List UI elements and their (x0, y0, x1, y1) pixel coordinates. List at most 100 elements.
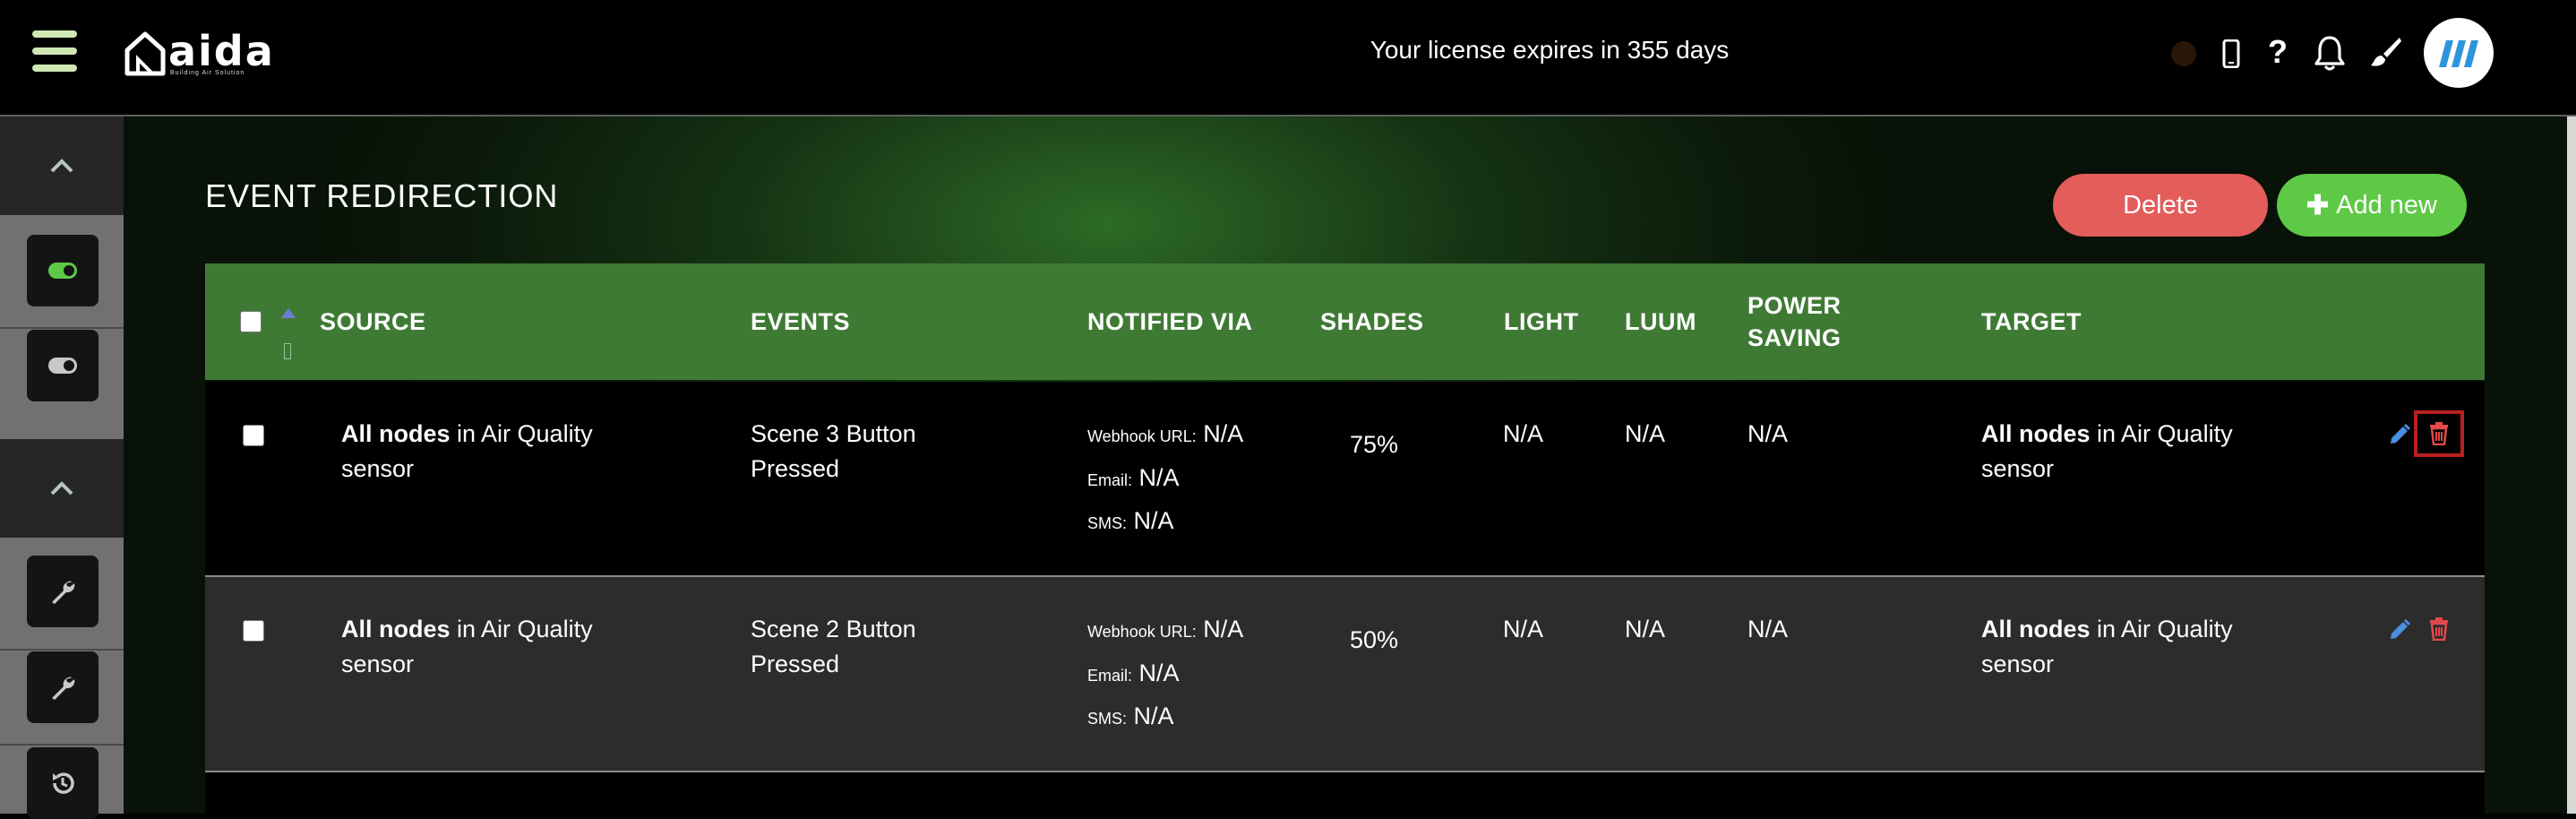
header-light[interactable]: LIGHT (1504, 306, 1579, 338)
brush-icon[interactable] (2369, 36, 2401, 68)
target-rest: in Air Quality (2090, 616, 2233, 642)
table-row[interactable] (205, 772, 2485, 814)
sidebar-toggle-on[interactable] (27, 235, 99, 306)
source-rest: in Air Quality (450, 420, 593, 447)
webhook-value: N/A (1203, 420, 1244, 447)
event-line1: Scene 2 Button (751, 616, 916, 642)
logo-text: aida (168, 27, 275, 75)
header-power-saving-line1: POWER (1747, 292, 1842, 319)
logo-tagline: Building Air Solution (170, 70, 245, 76)
target-bold: All nodes (1981, 616, 2091, 642)
license-status: Your license expires in 355 days (1370, 36, 1730, 64)
source-bold: All nodes (341, 616, 451, 642)
logo[interactable]: aida Building Air Solution (124, 30, 275, 81)
header-events[interactable]: EVENTS (751, 306, 850, 338)
sidebar-divider (0, 649, 124, 651)
sort-up-icon[interactable] (281, 308, 296, 318)
header-luum[interactable]: LUUM (1625, 306, 1696, 338)
sidebar (0, 116, 124, 819)
sms-entry: SMS: N/A (1087, 507, 1174, 535)
sidebar-tool-2[interactable] (27, 651, 99, 723)
row-light: N/A (1503, 420, 1544, 447)
row-target: All nodes in Air Quality sensor (1981, 612, 2233, 682)
sidebar-collapse-1[interactable] (0, 116, 124, 215)
avatar[interactable] (2424, 18, 2494, 88)
event-line1: Scene 3 Button (751, 420, 916, 447)
chevron-up-icon (50, 159, 73, 173)
target-rest: in Air Quality (2090, 420, 2233, 447)
header-source[interactable]: SOURCE (320, 306, 426, 338)
row-power-saving: N/A (1747, 616, 1789, 642)
target-line2: sensor (1981, 455, 2055, 482)
source-bold: All nodes (341, 420, 451, 447)
email-entry: Email: N/A (1087, 464, 1180, 492)
menu-icon[interactable] (32, 30, 77, 72)
sms-value: N/A (1133, 703, 1174, 729)
status-dot-icon[interactable] (2171, 41, 2196, 66)
sms-label: SMS: (1087, 514, 1128, 532)
row-target: All nodes in Air Quality sensor (1981, 417, 2233, 487)
trash-icon[interactable] (2429, 617, 2449, 641)
header-target[interactable]: TARGET (1981, 306, 2082, 338)
email-value: N/A (1138, 660, 1180, 686)
sms-value: N/A (1133, 507, 1174, 534)
row-light: N/A (1503, 616, 1544, 642)
webhook-entry: Webhook URL: N/A (1087, 616, 1243, 643)
source-line2: sensor (341, 455, 415, 482)
logo-house-icon (125, 31, 166, 76)
email-label: Email: (1087, 471, 1133, 489)
webhook-value: N/A (1203, 616, 1244, 642)
delete-button[interactable]: Delete (2053, 174, 2268, 237)
page-title: EVENT REDIRECTION (205, 177, 559, 214)
email-value: N/A (1138, 464, 1180, 491)
wrench-icon (52, 677, 75, 700)
webhook-label: Webhook URL: (1087, 623, 1197, 641)
event-line2: Pressed (751, 651, 840, 677)
sidebar-toggle-off[interactable] (27, 330, 99, 401)
source-line2: sensor (341, 651, 415, 677)
row-checkbox[interactable] (243, 425, 264, 446)
sidebar-collapse-2[interactable] (0, 439, 124, 538)
sort-indicator (284, 343, 291, 359)
trash-icon[interactable] (2429, 422, 2449, 445)
sidebar-tool-1[interactable] (27, 556, 99, 627)
add-new-label: Add new (2336, 190, 2437, 220)
sidebar-divider (0, 327, 124, 329)
add-new-button[interactable]: ✚ Add new (2277, 174, 2467, 237)
row-checkbox[interactable] (243, 620, 264, 642)
sms-label: SMS: (1087, 710, 1128, 728)
header-power-saving-line2: SAVING (1747, 324, 1842, 351)
wrench-icon (52, 581, 75, 604)
row-shades: 50% (1350, 626, 1399, 653)
target-bold: All nodes (1981, 420, 2091, 447)
history-icon (53, 772, 74, 794)
row-events: Scene 3 Button Pressed (751, 417, 916, 487)
header-power-saving[interactable]: POWER SAVING (1747, 289, 1842, 354)
scrollbar[interactable] (2567, 116, 2576, 814)
row-events: Scene 2 Button Pressed (751, 612, 916, 682)
target-line2: sensor (1981, 651, 2055, 677)
event-line2: Pressed (751, 455, 840, 482)
select-all-checkbox[interactable] (240, 311, 262, 332)
top-bar: aida Building Air Solution Your license … (0, 0, 2576, 116)
bell-icon[interactable] (2314, 34, 2346, 72)
header-shades[interactable]: SHADES (1320, 306, 1424, 338)
avatar-logo-icon (2439, 40, 2478, 67)
chevron-up-icon (50, 481, 73, 496)
row-source: All nodes in Air Quality sensor (341, 417, 593, 487)
header-notified-via[interactable]: NOTIFIED VIA (1087, 306, 1253, 338)
row-luum: N/A (1625, 616, 1666, 642)
edit-icon[interactable] (2388, 423, 2411, 446)
plus-icon: ✚ (2306, 190, 2330, 220)
webhook-label: Webhook URL: (1087, 427, 1197, 445)
sidebar-history[interactable] (27, 747, 99, 819)
sidebar-group-2 (0, 538, 124, 819)
edit-icon[interactable] (2388, 618, 2411, 642)
email-entry: Email: N/A (1087, 660, 1180, 687)
help-icon[interactable]: ? (2268, 34, 2289, 70)
toggle-icon (48, 263, 77, 279)
webhook-entry: Webhook URL: N/A (1087, 420, 1243, 448)
phone-icon[interactable] (2222, 39, 2240, 68)
row-luum: N/A (1625, 420, 1666, 447)
row-shades: 75% (1350, 431, 1399, 458)
